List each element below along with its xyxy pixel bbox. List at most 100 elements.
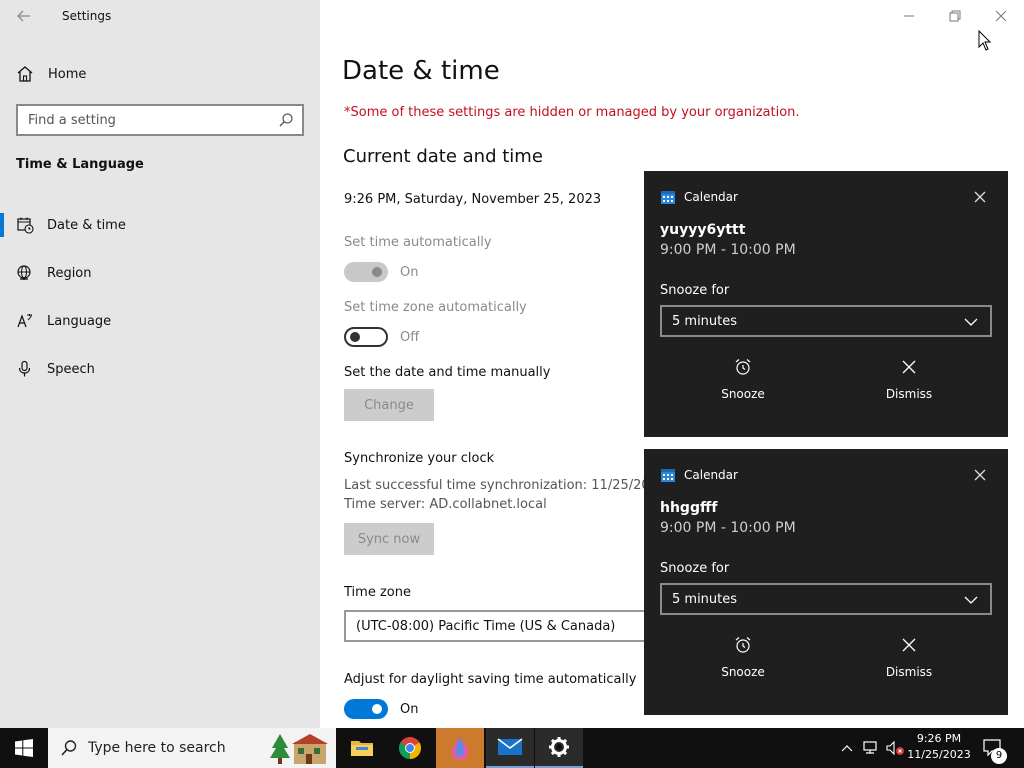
sidebar-item-region[interactable]: Region [0, 255, 320, 291]
home-label: Home [48, 66, 87, 82]
page-title: Date & time [342, 56, 500, 86]
dismiss-button[interactable]: Dismiss [826, 357, 992, 413]
windows-logo-icon [15, 739, 33, 757]
sidebar-item-date-time[interactable]: Date & time [0, 207, 320, 243]
dismiss-x-icon [902, 638, 916, 652]
snooze-duration-select[interactable]: 5 minutes [660, 583, 992, 615]
mail-icon [497, 738, 523, 755]
manual-datetime-label: Set the date and time manually [344, 365, 551, 380]
snooze-button[interactable]: Snooze [660, 635, 826, 691]
set-tz-auto-label: Set time zone automatically [344, 300, 527, 315]
snooze-label: Snooze for [660, 561, 730, 576]
network-icon [863, 741, 877, 754]
app-title: Settings [62, 9, 112, 23]
close-icon[interactable] [972, 189, 988, 205]
clock-date: 11/25/2023 [907, 748, 971, 761]
set-tz-auto-state: Off [400, 330, 420, 345]
dismiss-button[interactable]: Dismiss [826, 635, 992, 691]
dst-label: Adjust for daylight saving time automati… [344, 672, 637, 687]
back-arrow-icon[interactable] [14, 6, 34, 26]
calendar-clock-icon [17, 217, 34, 234]
folder-icon [351, 741, 373, 756]
start-button[interactable] [0, 728, 48, 768]
snooze-button-label: Snooze [721, 387, 765, 401]
timezone-label: Time zone [344, 585, 411, 600]
snooze-label: Snooze for [660, 283, 730, 298]
taskbar-settings[interactable] [535, 728, 583, 768]
restore-icon [949, 10, 961, 22]
alarm-clock-icon [735, 359, 751, 375]
home-icon [17, 66, 33, 82]
toast-app-name: Calendar [684, 468, 738, 482]
volume-muted-icon [886, 740, 904, 756]
section-title: Time & Language [16, 157, 144, 172]
holiday-search-illustration-icon [270, 734, 328, 764]
toggle-knob [372, 267, 382, 277]
snooze-duration-select[interactable]: 5 minutes [660, 305, 992, 337]
timezone-select[interactable]: (UTC-08:00) Pacific Time (US & Canada) [344, 610, 664, 642]
globe-icon [17, 265, 31, 280]
toast-app-name: Calendar [684, 190, 738, 204]
sync-now-button[interactable]: Sync now [344, 523, 434, 555]
sidebar-item-speech[interactable]: Speech [0, 351, 320, 387]
calendar-app-icon [661, 191, 675, 204]
snooze-button[interactable]: Snooze [660, 357, 826, 413]
taskbar-file-explorer[interactable] [338, 728, 386, 768]
dismiss-button-label: Dismiss [885, 387, 933, 401]
set-time-auto-toggle[interactable] [344, 262, 388, 282]
dst-toggle[interactable] [344, 699, 388, 719]
calendar-app-icon [661, 469, 675, 482]
current-datetime: 9:26 PM, Saturday, November 25, 2023 [344, 192, 602, 207]
home-nav-item[interactable]: Home [16, 62, 86, 86]
restore-button[interactable] [932, 6, 978, 26]
event-title: hhggfff [660, 500, 718, 516]
set-tz-auto-toggle[interactable] [344, 327, 388, 347]
close-icon[interactable] [972, 467, 988, 483]
minimize-button[interactable] [886, 6, 932, 26]
dismiss-button-label: Dismiss [885, 665, 933, 679]
current-date-heading: Current date and time [343, 146, 543, 167]
taskbar-mail[interactable] [486, 728, 534, 768]
event-time: 9:00 PM - 10:00 PM [660, 242, 796, 258]
calendar-toast: Calendar hhggfff 9:00 PM - 10:00 PM Snoo… [644, 449, 1008, 715]
toggle-knob [372, 704, 382, 714]
gear-icon [549, 737, 569, 757]
sidebar-item-label: Speech [47, 361, 95, 377]
taskbar-search-box[interactable]: Type here to search [48, 728, 336, 768]
dst-state: On [400, 702, 419, 717]
snooze-value: 5 minutes [672, 313, 738, 329]
taskbar-search-placeholder: Type here to search [88, 740, 226, 756]
settings-search-input[interactable] [18, 106, 258, 134]
sidebar-item-language[interactable]: Language [0, 303, 320, 339]
sidebar-item-label: Region [47, 265, 92, 281]
action-center-button[interactable]: 9 [978, 728, 1010, 768]
volume-button[interactable] [884, 728, 906, 768]
chevron-down-icon [964, 596, 978, 604]
close-button[interactable] [978, 6, 1024, 26]
chrome-icon [399, 737, 421, 759]
microphone-icon [18, 360, 31, 377]
search-icon[interactable] [278, 112, 294, 128]
chevron-up-icon [841, 745, 853, 752]
dismiss-x-icon [902, 360, 916, 374]
minimize-icon [904, 15, 914, 17]
mouse-cursor-icon [978, 30, 992, 51]
paint-drop-icon [452, 737, 468, 760]
settings-search-box[interactable] [16, 104, 304, 136]
close-icon [995, 10, 1007, 22]
timezone-value: (UTC-08:00) Pacific Time (US & Canada) [356, 618, 616, 634]
toggle-knob [350, 332, 360, 342]
chevron-down-icon [964, 318, 978, 326]
taskbar-clock[interactable]: 9:26 PM 11/25/2023 [904, 731, 974, 763]
taskbar-paint-app[interactable] [436, 728, 484, 768]
change-button[interactable]: Change [344, 389, 434, 421]
alarm-clock-icon [735, 637, 751, 653]
taskbar-chrome[interactable] [386, 728, 434, 768]
last-sync-text: Last successful time synchronization: 11… [344, 478, 667, 493]
org-managed-warning: *Some of these settings are hidden or ma… [344, 105, 800, 120]
show-hidden-icons-button[interactable] [838, 728, 856, 768]
network-button[interactable] [860, 728, 882, 768]
sidebar: Settings Home Time & Language Date & tim… [0, 0, 320, 728]
calendar-toast: Calendar yuyyy6yttt 9:00 PM - 10:00 PM S… [644, 171, 1008, 437]
language-icon [17, 314, 32, 328]
